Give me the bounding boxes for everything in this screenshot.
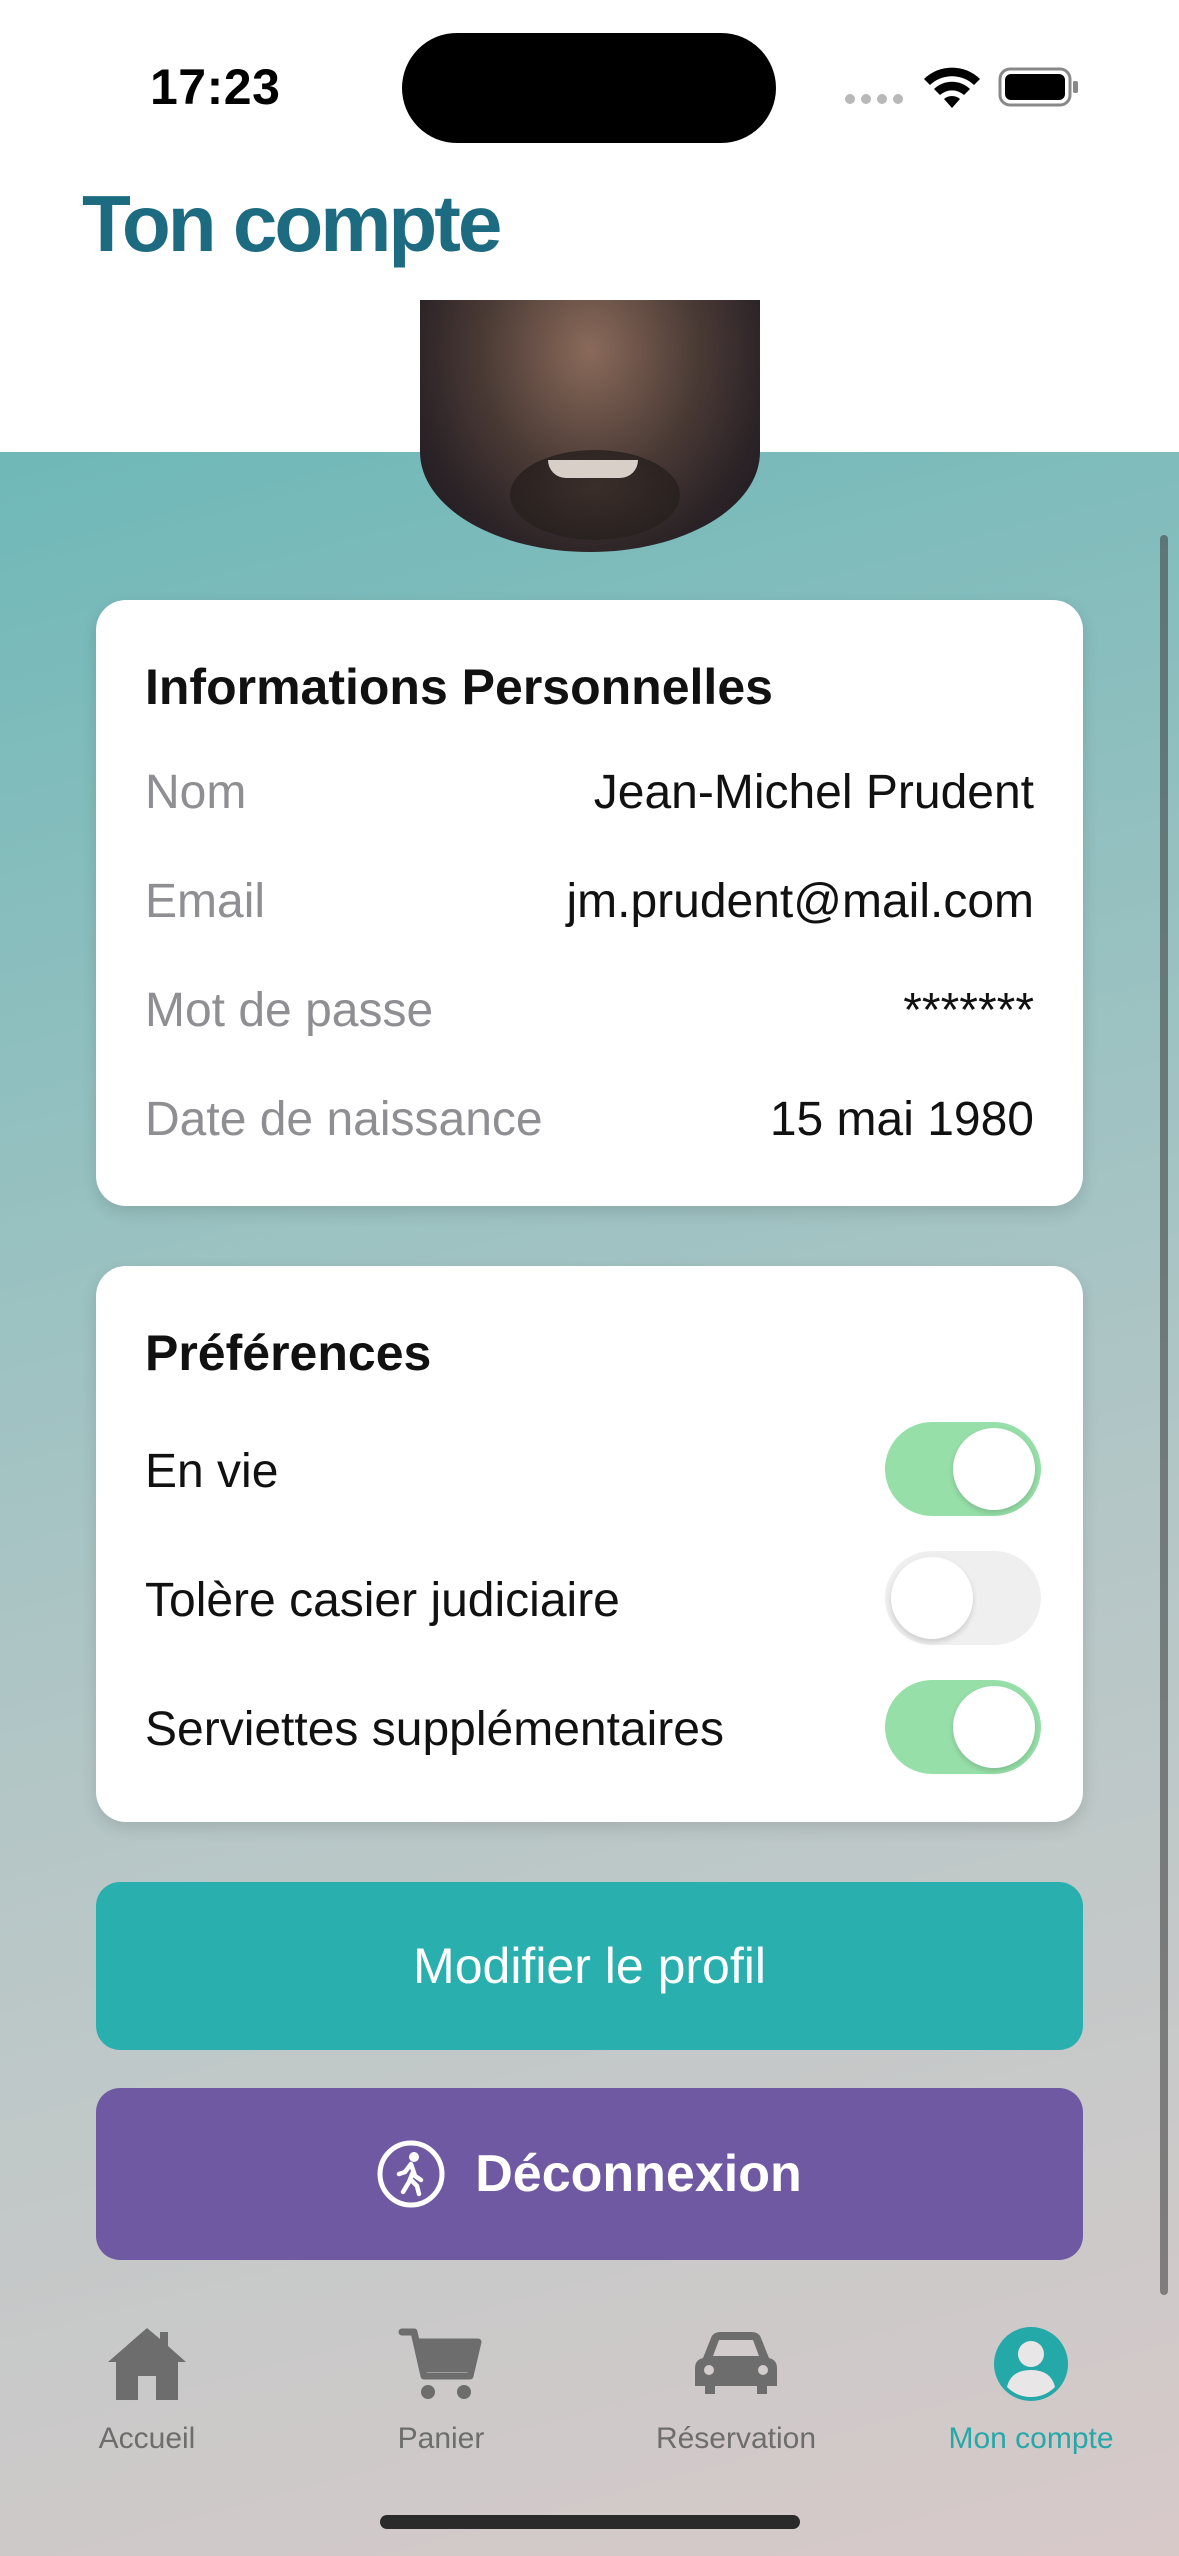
tab-reservation[interactable]: Réservation xyxy=(606,2324,866,2456)
toggle-knob xyxy=(953,1686,1035,1768)
pref-extra-towels-toggle[interactable] xyxy=(885,1680,1041,1774)
password-value: ******* xyxy=(903,984,1034,1037)
tab-reservation-label: Réservation xyxy=(655,2422,817,2455)
cart-icon xyxy=(398,2328,482,2399)
cellular-signal-icon xyxy=(845,94,905,106)
personal-info-title: Informations Personnelles xyxy=(145,659,773,715)
toggle-knob xyxy=(891,1557,973,1639)
preferences-title: Préférences xyxy=(145,1325,432,1381)
home-indicator[interactable] xyxy=(380,2515,800,2529)
battery-icon xyxy=(998,67,1078,107)
walking-person-icon xyxy=(377,2140,445,2208)
avatar-smile xyxy=(548,460,638,478)
edit-profile-label: Modifier le profil xyxy=(413,1938,766,1994)
tab-cart[interactable]: Panier xyxy=(311,2324,571,2456)
tab-home-label: Accueil xyxy=(98,2422,196,2455)
house-icon xyxy=(108,2328,186,2400)
edit-profile-button[interactable]: Modifier le profil xyxy=(96,1882,1083,2050)
birthdate-label: Date de naissance xyxy=(145,1093,543,1146)
email-label: Email xyxy=(145,875,266,928)
tab-account[interactable]: Mon compte xyxy=(901,2324,1161,2456)
scroll-indicator[interactable] xyxy=(1160,535,1168,2295)
tab-cart-label: Panier xyxy=(397,2422,485,2455)
logout-label: Déconnexion xyxy=(475,2145,802,2203)
birthdate-value: 15 mai 1980 xyxy=(769,1093,1034,1146)
dynamic-island xyxy=(402,33,776,143)
pref-criminal-record-toggle[interactable] xyxy=(885,1551,1041,1645)
email-value: jm.prudent@mail.com xyxy=(566,875,1034,928)
status-time: 17:23 xyxy=(150,59,281,115)
toggle-knob xyxy=(953,1428,1035,1510)
logout-button[interactable]: Déconnexion xyxy=(96,2088,1083,2260)
avatar xyxy=(420,300,760,552)
pref-criminal-record-label: Tolère casier judiciaire xyxy=(145,1574,620,1627)
personal-info-card: Informations Personnelles Nom Jean-Miche… xyxy=(96,600,1083,1206)
status-bar: 17:23 xyxy=(0,0,1179,170)
page-title: Ton compte xyxy=(82,179,502,268)
preferences-card: Préférences En vie Tolère casier judicia… xyxy=(96,1266,1083,1822)
person-circle-icon xyxy=(994,2327,1068,2401)
tab-account-label: Mon compte xyxy=(948,2422,1114,2455)
name-value: Jean-Michel Prudent xyxy=(593,766,1034,819)
wifi-icon xyxy=(924,67,980,108)
pref-alive-label: En vie xyxy=(145,1445,279,1498)
account-screen: 17:23 Ton compte Informations Personnell… xyxy=(0,0,1179,2556)
tab-home[interactable]: Accueil xyxy=(17,2324,277,2456)
car-icon xyxy=(695,2332,777,2394)
name-label: Nom xyxy=(145,766,247,819)
password-label: Mot de passe xyxy=(145,984,434,1037)
pref-extra-towels-label: Serviettes supplémentaires xyxy=(145,1703,724,1756)
pref-alive-toggle[interactable] xyxy=(885,1422,1041,1516)
